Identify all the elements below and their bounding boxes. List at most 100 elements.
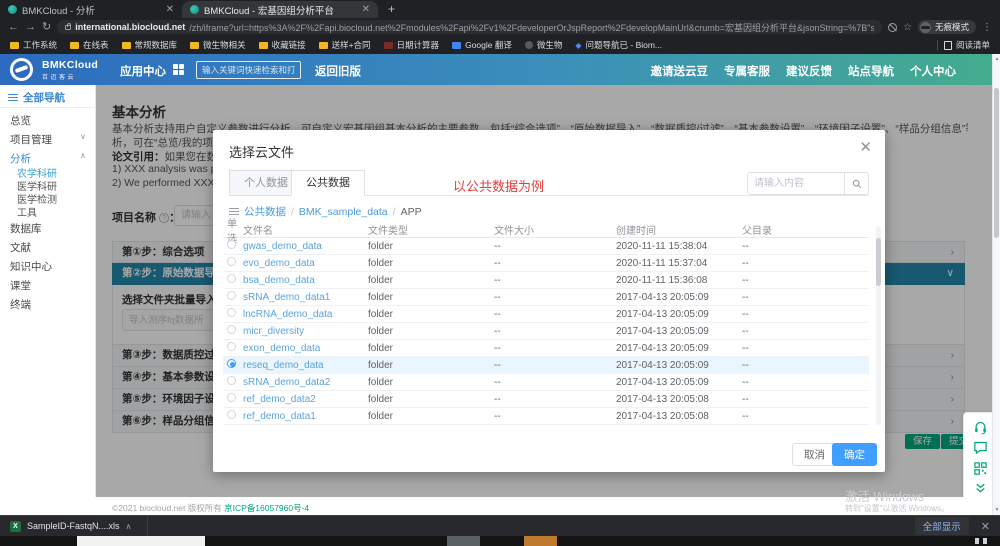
back-icon[interactable]: ← [8, 22, 19, 33]
table-row[interactable]: exon_demo_data folder -- 2017-04-13 20:0… [223, 340, 869, 357]
tab-close-icon[interactable]: ✕ [362, 4, 370, 15]
sitemap-link[interactable]: 站点导航 [848, 63, 894, 79]
scroll-up-icon[interactable]: ▲ [993, 56, 1000, 62]
invite-link[interactable]: 邀请送云豆 [651, 63, 709, 79]
bookmark-item[interactable]: 微生物相关 [190, 39, 246, 51]
profile-link[interactable]: 个人中心 [910, 63, 956, 79]
bookmark-item[interactable]: 微生物 [525, 39, 563, 51]
file-name-link[interactable]: sRNA_demo_data2 [243, 377, 368, 388]
new-tab-button[interactable]: + [378, 1, 405, 18]
table-row[interactable]: lncRNA_demo_data folder -- 2017-04-13 20… [223, 306, 869, 323]
bookmark-item[interactable]: Google 翻译 [452, 39, 512, 51]
file-name-link[interactable]: reseq_demo_data [243, 360, 368, 371]
content-blocked-icon[interactable] [888, 23, 897, 32]
radio-button[interactable] [227, 342, 236, 351]
icp-link[interactable]: 京ICP备16057960号-4 [224, 503, 309, 513]
file-name-link[interactable]: ref_demo_data2 [243, 394, 368, 405]
bookmark-star-icon[interactable]: ☆ [903, 22, 912, 33]
bookmark-item[interactable]: 常规数据库 [122, 39, 178, 51]
sidebar-item-literature[interactable]: 文献 [10, 240, 31, 255]
file-name-link[interactable]: bsa_demo_data [243, 275, 368, 286]
table-row[interactable]: ref_demo_data2 folder -- 2017-04-13 20:0… [223, 391, 869, 408]
reading-list-button[interactable]: 阅读清单 [944, 39, 990, 51]
app-center-button[interactable]: 应用中心 [120, 63, 166, 79]
table-row[interactable]: bsa_demo_data folder -- 2020-11-11 15:36… [223, 272, 869, 289]
app-grid-icon[interactable] [173, 64, 184, 75]
file-name-link[interactable]: micr_diversity [243, 326, 368, 337]
confirm-button[interactable]: 确定 [832, 443, 877, 466]
sidebar-item-terminal[interactable]: 终端 [10, 297, 31, 312]
scroll-down-icon[interactable]: ▼ [993, 507, 1000, 513]
file-name-link[interactable]: evo_demo_data [243, 258, 368, 269]
taskbar-app-icon[interactable] [524, 536, 557, 546]
app-search-input[interactable] [196, 61, 301, 79]
radio-button[interactable] [227, 240, 236, 249]
address-bar[interactable]: international.biocloud.net /zh/iframe?ur… [57, 20, 882, 34]
radio-button[interactable] [227, 274, 236, 283]
refresh-icon[interactable]: ↻ [42, 22, 51, 33]
chevron-up-icon[interactable]: ∧ [126, 522, 132, 531]
radio-button[interactable] [227, 257, 236, 266]
tab-close-icon[interactable]: ✕ [166, 4, 174, 15]
file-name-link[interactable]: gwas_demo_data [243, 241, 368, 252]
table-row[interactable]: sRNA_demo_data1 folder -- 2017-04-13 20:… [223, 289, 869, 306]
browser-menu-icon[interactable]: ⋮ [982, 22, 992, 33]
radio-button[interactable] [227, 291, 236, 300]
cancel-button[interactable]: 取消 [792, 443, 837, 466]
radio-button[interactable] [227, 410, 236, 419]
table-row[interactable]: ref_demo_data1 folder -- 2017-04-13 20:0… [223, 408, 869, 425]
bookmark-item[interactable]: ◆问题导航已 - Biom... [575, 39, 662, 51]
taskbar-active-window[interactable] [77, 536, 205, 546]
file-search-input[interactable] [748, 173, 844, 194]
bookmark-item[interactable]: 工作系统 [10, 39, 57, 51]
bookmark-item[interactable]: 收藏链接 [259, 39, 306, 51]
tab-public-data[interactable]: 公共数据 [291, 170, 365, 196]
sidebar-item-analysis[interactable]: 分析∧ [10, 151, 31, 166]
file-name-link[interactable]: lncRNA_demo_data [243, 309, 368, 320]
chat-icon[interactable] [973, 440, 988, 455]
table-scrollbar[interactable] [876, 226, 881, 426]
file-name-link[interactable]: ref_demo_data1 [243, 411, 368, 422]
sidebar-item-database[interactable]: 数据库 [10, 221, 42, 236]
file-name-link[interactable]: sRNA_demo_data1 [243, 292, 368, 303]
browser-tab-inactive[interactable]: BMKCloud - 分析 ✕ [0, 1, 182, 18]
bookmark-item[interactable]: 送样+合同 [319, 39, 371, 51]
sidebar-toggle-all-nav[interactable]: 全部导航 [8, 90, 65, 105]
breadcrumb-root[interactable]: 公共数据 [244, 204, 286, 219]
show-all-downloads-button[interactable]: 全部显示 [915, 517, 969, 535]
qrcode-icon[interactable] [973, 461, 988, 476]
taskbar-app-icon[interactable] [447, 536, 480, 546]
back-to-old-link[interactable]: 返回旧版 [315, 63, 361, 79]
browser-tab-active[interactable]: BMKCloud - 宏基因组分析平台 ✕ [182, 1, 378, 18]
radio-button[interactable] [227, 376, 236, 385]
dialog-close-icon[interactable]: ✕ [859, 138, 872, 156]
search-button[interactable] [844, 173, 868, 194]
table-row[interactable]: micr_diversity folder -- 2017-04-13 20:0… [223, 323, 869, 340]
support-link[interactable]: 专属客服 [724, 63, 770, 79]
radio-button[interactable] [227, 393, 236, 402]
breadcrumb-folder[interactable]: BMK_sample_data [299, 206, 388, 218]
file-name-link[interactable]: exon_demo_data [243, 343, 368, 354]
browser-scrollbar[interactable]: ▲ ▼ [992, 54, 1000, 515]
support-headset-icon[interactable] [973, 420, 988, 435]
download-bar-close-icon[interactable]: ✕ [981, 520, 990, 533]
radio-button[interactable] [227, 308, 236, 317]
feedback-link[interactable]: 建议反馈 [786, 63, 832, 79]
table-row[interactable]: sRNA_demo_data2 folder -- 2017-04-13 20:… [223, 374, 869, 391]
sidebar-item-projects[interactable]: 项目管理∨ [10, 132, 52, 147]
download-chip[interactable]: X SampleID-FastqN....xls ∧ [0, 516, 141, 536]
bmkcloud-logo[interactable] [10, 58, 33, 81]
sidebar-item-tools[interactable]: 工具 [17, 204, 37, 219]
collapse-double-chevron-icon[interactable] [973, 481, 988, 496]
table-row-selected[interactable]: reseq_demo_data folder -- 2017-04-13 20:… [223, 357, 869, 374]
bookmark-item[interactable]: 日期计算器 [384, 39, 440, 51]
table-row[interactable]: evo_demo_data folder -- 2020-11-11 15:37… [223, 255, 869, 272]
sidebar-item-overview[interactable]: 总览 [10, 113, 31, 128]
radio-button-selected[interactable] [227, 359, 236, 368]
forward-icon[interactable]: → [25, 22, 36, 33]
table-row[interactable]: gwas_demo_data folder -- 2020-11-11 15:3… [223, 238, 869, 255]
sidebar-item-classroom[interactable]: 课堂 [10, 278, 31, 293]
radio-button[interactable] [227, 325, 236, 334]
scrollbar-thumb[interactable] [994, 88, 999, 238]
sidebar-item-knowledge[interactable]: 知识中心 [10, 259, 52, 274]
